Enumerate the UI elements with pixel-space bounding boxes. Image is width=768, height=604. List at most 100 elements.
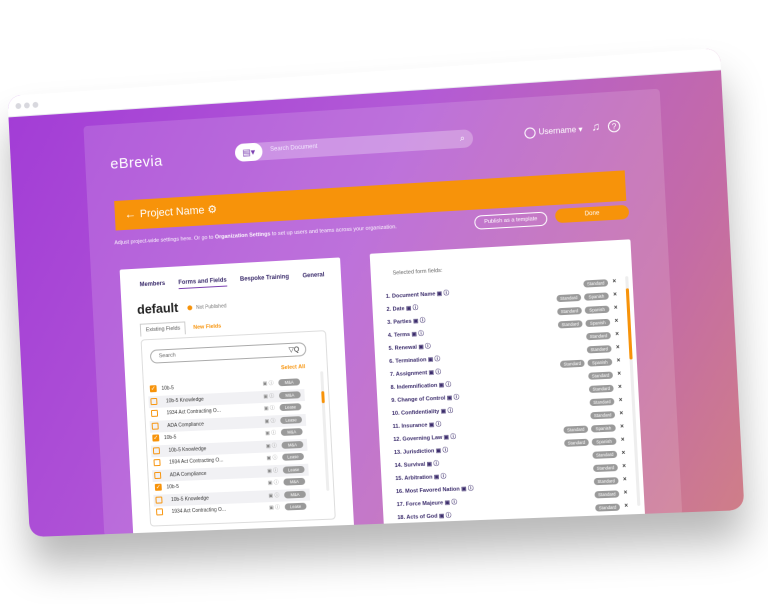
language-tag[interactable]: Standard <box>587 345 612 353</box>
language-tag[interactable]: Standard <box>590 411 615 419</box>
language-tag[interactable]: Spanish <box>587 358 612 366</box>
info-icon[interactable]: ▣ ⓘ <box>264 404 275 411</box>
language-tag[interactable]: Standard <box>563 426 588 434</box>
language-tag[interactable]: Standard <box>560 360 585 368</box>
category-tag: Lease <box>282 453 304 461</box>
info-icon[interactable]: ▣ ⓘ <box>263 392 274 399</box>
remove-icon[interactable]: × <box>624 503 628 509</box>
checkbox[interactable] <box>156 508 163 515</box>
language-tag[interactable]: Standard <box>595 504 620 512</box>
language-tag[interactable]: Standard <box>557 307 582 315</box>
info-icon[interactable]: ▣ ⓘ <box>262 380 273 387</box>
remove-icon[interactable]: × <box>613 292 617 298</box>
field-label: 10. Confidentiality ▣ ⓘ <box>392 406 454 417</box>
checkbox[interactable] <box>153 447 160 454</box>
language-tag[interactable]: Standard <box>592 451 617 459</box>
field-tags: Standard <box>590 464 618 472</box>
checkbox[interactable] <box>150 397 157 404</box>
remove-icon[interactable]: × <box>620 424 624 430</box>
language-tag[interactable]: Spanish <box>592 438 617 446</box>
field-tags: Standard <box>589 451 617 459</box>
document-icon[interactable]: ▤▾ <box>235 142 263 162</box>
checkbox[interactable] <box>153 459 160 466</box>
scroll-thumb[interactable] <box>626 288 633 359</box>
field-label: 11. Insurance ▣ ⓘ <box>392 420 441 430</box>
settings-tabs: Members Forms and Fields Bespoke Trainin… <box>140 272 337 289</box>
tab-forms-and-fields[interactable]: Forms and Fields <box>178 278 227 290</box>
done-button[interactable]: Done <box>555 205 629 223</box>
checkbox[interactable]: ✓ <box>152 434 159 441</box>
info-icon[interactable]: ▣ ⓘ <box>269 504 280 511</box>
document-search[interactable]: ▤▾ Search Document ⌕ <box>235 129 474 162</box>
checkbox[interactable] <box>155 496 162 503</box>
remove-icon[interactable]: × <box>614 305 618 311</box>
language-tag[interactable]: Standard <box>593 464 618 472</box>
remove-icon[interactable]: × <box>614 318 618 324</box>
remove-icon[interactable]: × <box>619 398 623 404</box>
status-text: Not Published <box>196 303 227 311</box>
info-icon[interactable]: ▣ ⓘ <box>264 417 275 424</box>
publish-template-button[interactable]: Publish as a template <box>474 212 548 230</box>
tab-bespoke-training[interactable]: Bespoke Training <box>240 274 289 283</box>
checkbox[interactable]: ✓ <box>155 484 162 491</box>
info-icon[interactable]: ▣ ⓘ <box>268 479 279 486</box>
select-all-link[interactable]: Select All <box>281 364 305 371</box>
remove-icon[interactable]: × <box>622 464 626 470</box>
search-icon[interactable]: ⌕ <box>460 133 466 144</box>
language-tag[interactable]: Standard <box>564 439 589 447</box>
tab-new-fields[interactable]: New Fields <box>193 324 221 331</box>
language-tag[interactable]: Spanish <box>585 319 610 327</box>
search-placeholder: Search Document <box>270 144 318 153</box>
language-tag[interactable]: Standard <box>583 279 608 287</box>
status-badge: Not Published <box>187 303 226 311</box>
tab-general[interactable]: General <box>302 272 324 279</box>
remove-icon[interactable]: × <box>615 332 619 338</box>
language-tag[interactable]: Spanish <box>585 306 610 314</box>
language-tag[interactable]: Standard <box>558 320 583 328</box>
checkbox[interactable]: ✓ <box>150 385 157 392</box>
checkbox[interactable] <box>151 410 158 417</box>
remove-icon[interactable]: × <box>621 450 625 456</box>
category-tag: M&A <box>278 378 300 386</box>
field-label: 14. Survival ▣ ⓘ <box>394 459 439 469</box>
language-tag[interactable]: Standard <box>594 490 619 498</box>
tab-members[interactable]: Members <box>140 281 166 288</box>
language-tag[interactable]: Standard <box>589 385 614 393</box>
remove-icon[interactable]: × <box>619 411 623 417</box>
language-tag[interactable]: Spanish <box>591 424 616 432</box>
scrollbar[interactable] <box>320 371 329 491</box>
info-icon[interactable]: ▣ ⓘ <box>266 454 277 461</box>
language-tag[interactable]: Standard <box>586 332 611 340</box>
info-icon[interactable]: ▣ ⓘ <box>266 442 277 449</box>
checkbox[interactable] <box>154 471 161 478</box>
help-icon[interactable]: ? <box>608 120 621 133</box>
remove-icon[interactable]: × <box>621 437 625 443</box>
language-tag[interactable]: Standard <box>588 372 613 380</box>
field-label: 10b-5 <box>166 484 179 490</box>
tab-existing-fields[interactable]: Existing Fields <box>140 321 187 336</box>
language-tag[interactable]: Standard <box>556 294 581 302</box>
user-menu[interactable]: Username ▾ <box>524 124 583 139</box>
remove-icon[interactable]: × <box>617 371 621 377</box>
remove-icon[interactable]: × <box>623 477 627 483</box>
language-tag[interactable]: Spanish <box>584 292 609 300</box>
filter-icon[interactable]: ▽Q <box>288 345 299 353</box>
remove-icon[interactable]: × <box>618 384 622 390</box>
info-icon[interactable]: ▣ ⓘ <box>268 491 279 498</box>
organization-settings-link[interactable]: Organization Settings <box>215 231 271 240</box>
remove-icon[interactable]: × <box>612 279 616 285</box>
field-label: 6. Termination ▣ ⓘ <box>389 355 440 365</box>
scroll-thumb[interactable] <box>321 391 325 403</box>
checkbox[interactable] <box>152 422 159 429</box>
remove-icon[interactable]: × <box>617 358 621 364</box>
info-icon[interactable]: ▣ ⓘ <box>267 466 278 473</box>
field-label: ADA Compliance <box>167 421 204 429</box>
remove-icon[interactable]: × <box>624 490 628 496</box>
info-icon[interactable]: ▣ ⓘ <box>265 429 276 436</box>
remove-icon[interactable]: × <box>616 345 620 351</box>
language-tag[interactable]: Standard <box>594 477 619 485</box>
bell-icon[interactable]: ♫ <box>591 121 600 134</box>
field-search-input[interactable]: Search ▽Q <box>150 342 307 364</box>
back-arrow-icon[interactable]: ← <box>124 207 136 221</box>
language-tag[interactable]: Standard <box>590 398 615 406</box>
